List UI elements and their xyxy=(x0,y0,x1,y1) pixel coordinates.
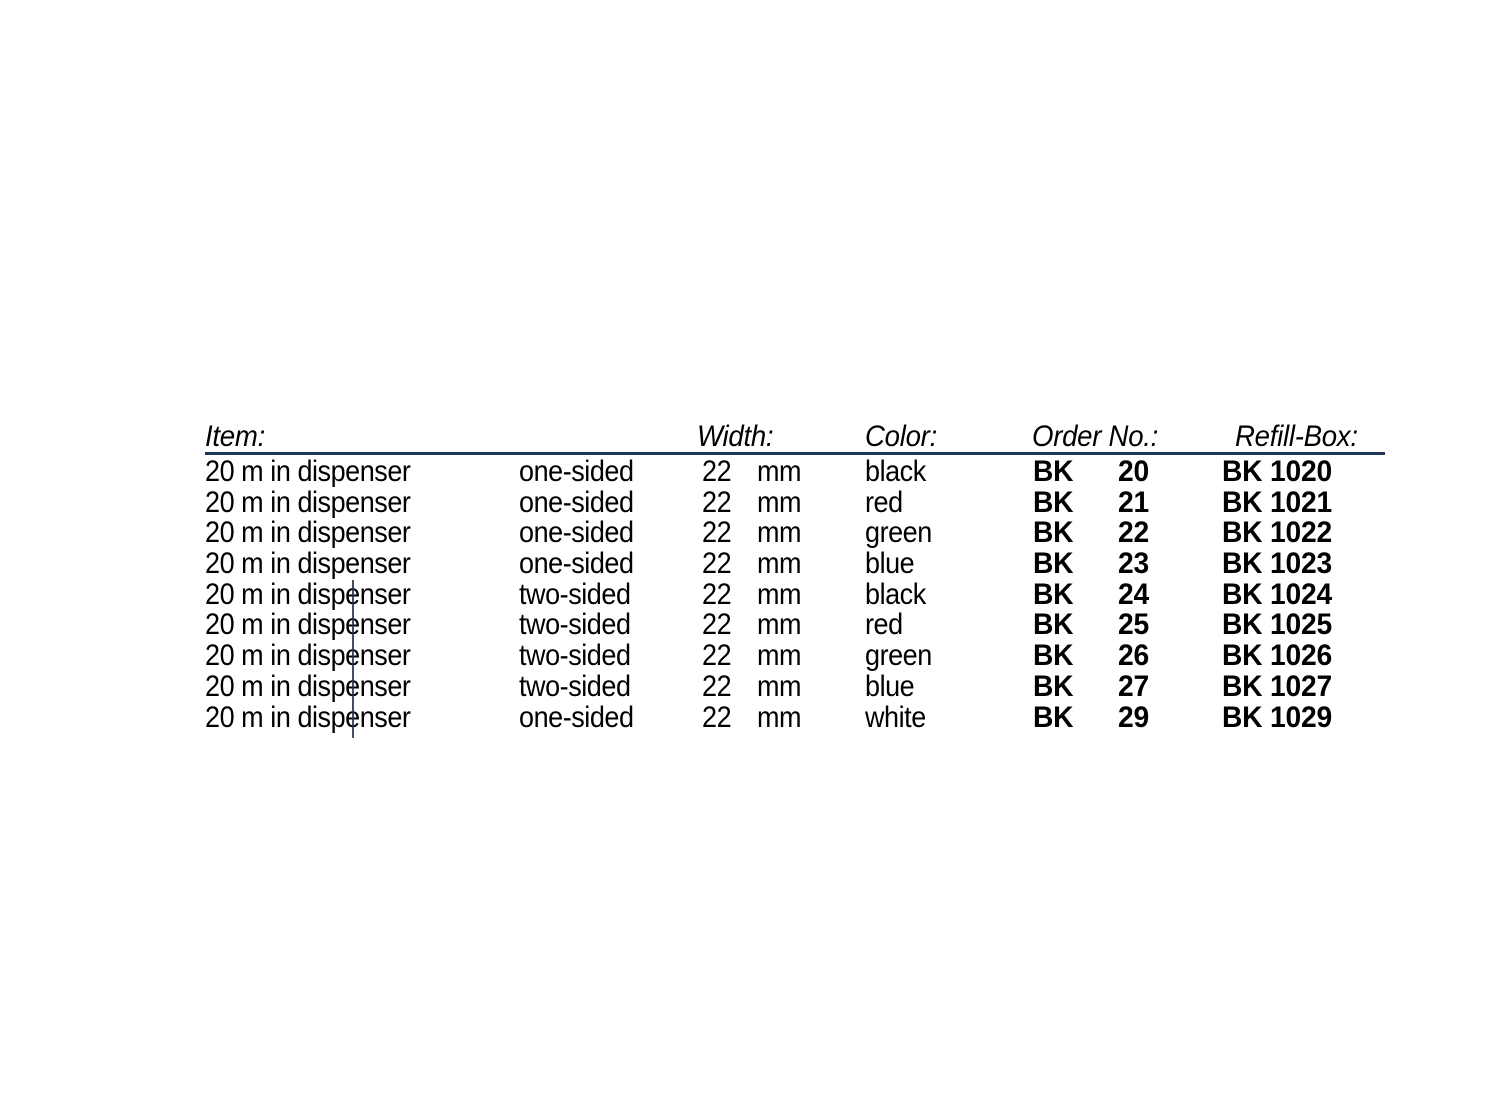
cell-item: 20 m in dispenser xyxy=(205,700,411,734)
cell-width-value: 22 xyxy=(702,577,732,611)
cell-sided: two-sided xyxy=(519,639,631,673)
cell-refill-box: BK 1027 xyxy=(1222,669,1332,703)
cell-width-value: 22 xyxy=(702,455,732,488)
cell-order-number: 25 xyxy=(1118,608,1150,642)
cell-sided: one-sided xyxy=(519,547,634,581)
column-header-order-no: Order No.: xyxy=(1032,420,1159,453)
cell-sided: one-sided xyxy=(519,455,634,488)
cell-order-prefix: BK xyxy=(1033,700,1074,734)
cell-color: green xyxy=(865,516,932,550)
cell-color: black xyxy=(865,455,926,488)
table-row: 20 m in dispenser two-sided 22 mm blue BK 27 BK… xyxy=(205,669,1390,703)
table-row: 20 m in dispenser two-sided 22 mm red BK 25 BK … xyxy=(205,610,1390,641)
cell-item: 20 m in dispenser xyxy=(205,608,411,642)
cell-order-number: 29 xyxy=(1118,700,1150,734)
scan-artifact-mark xyxy=(352,580,354,738)
cell-order-number: 27 xyxy=(1118,669,1150,703)
cell-order-prefix: BK xyxy=(1033,639,1074,673)
document-page: Item: Width: Color: Order No.: Refill-Bo… xyxy=(0,0,1500,1100)
cell-width-value: 22 xyxy=(702,608,732,642)
table-row: 20 m in dispenser two-sided 22 mm green BK 26 B… xyxy=(205,641,1390,672)
cell-sided: two-sided xyxy=(519,669,631,703)
cell-refill-box: BK 1023 xyxy=(1222,547,1332,581)
cell-sided: one-sided xyxy=(519,485,634,519)
cell-width-value: 22 xyxy=(702,547,732,581)
cell-width-unit: mm xyxy=(757,639,802,673)
cell-sided: two-sided xyxy=(519,577,631,611)
cell-color: red xyxy=(865,485,903,519)
table-row: 20 m in dispenser one-sided 22 mm white BK 29 B… xyxy=(205,700,1390,734)
cell-sided: one-sided xyxy=(519,516,634,550)
cell-width-value: 22 xyxy=(702,669,732,703)
table-row: 20 m in dispenser one-sided 22 mm blue BK 23 BK… xyxy=(205,549,1390,580)
cell-width-unit: mm xyxy=(757,455,802,488)
cell-order-number: 22 xyxy=(1118,516,1150,550)
cell-order-number: 23 xyxy=(1118,547,1150,581)
cell-width-unit: mm xyxy=(757,485,802,519)
cell-order-number: 24 xyxy=(1118,577,1150,611)
cell-sided: one-sided xyxy=(519,700,634,734)
cell-width-value: 22 xyxy=(702,516,732,550)
column-header-color: Color: xyxy=(865,420,937,453)
table-row: 20 m in dispenser two-sided 22 mm black BK 24 B… xyxy=(205,577,1390,611)
cell-color: blue xyxy=(865,669,915,703)
cell-refill-box: BK 1029 xyxy=(1222,700,1332,734)
cell-color: white xyxy=(865,700,926,734)
cell-color: black xyxy=(865,577,926,611)
cell-width-unit: mm xyxy=(757,516,802,550)
cell-refill-box: BK 1024 xyxy=(1222,577,1332,611)
cell-item: 20 m in dispenser xyxy=(205,516,411,550)
cell-order-number: 21 xyxy=(1118,485,1150,519)
cell-refill-box: BK 1021 xyxy=(1222,485,1332,519)
cell-width-unit: mm xyxy=(757,608,802,642)
cell-order-number: 20 xyxy=(1118,455,1150,488)
cell-order-prefix: BK xyxy=(1033,577,1074,611)
cell-refill-box: BK 1026 xyxy=(1222,639,1332,673)
cell-order-prefix: BK xyxy=(1033,485,1074,519)
column-header-width: Width: xyxy=(697,420,774,453)
cell-width-unit: mm xyxy=(757,700,802,734)
cell-width-value: 22 xyxy=(702,485,732,519)
cell-color: blue xyxy=(865,547,915,581)
cell-item: 20 m in dispenser xyxy=(205,639,411,673)
cell-order-number: 26 xyxy=(1118,639,1150,673)
table-row: 20 m in dispenser one-sided 22 mm red BK 21 BK … xyxy=(205,485,1390,519)
cell-refill-box: BK 1022 xyxy=(1222,516,1332,550)
cell-color: green xyxy=(865,639,932,673)
product-order-table: Item: Width: Color: Order No.: Refill-Bo… xyxy=(205,420,1390,732)
column-header-item: Item: xyxy=(205,420,265,453)
cell-order-prefix: BK xyxy=(1033,547,1074,581)
cell-item: 20 m in dispenser xyxy=(205,669,411,703)
cell-color: red xyxy=(865,608,903,642)
column-header-refill-box: Refill-Box: xyxy=(1235,420,1358,453)
cell-width-unit: mm xyxy=(757,669,802,703)
cell-width-unit: mm xyxy=(757,547,802,581)
table-body: 20 m in dispenser one-sided 22 mm black BK 20 B… xyxy=(205,457,1390,733)
cell-refill-box: BK 1025 xyxy=(1222,608,1332,642)
cell-width-value: 22 xyxy=(702,639,732,673)
cell-width-unit: mm xyxy=(757,577,802,611)
cell-order-prefix: BK xyxy=(1033,516,1074,550)
cell-refill-box: BK 1020 xyxy=(1222,455,1332,488)
table-header-row: Item: Width: Color: Order No.: Refill-Bo… xyxy=(205,420,1390,452)
cell-item: 20 m in dispenser xyxy=(205,547,411,581)
cell-item: 20 m in dispenser xyxy=(205,485,411,519)
cell-item: 20 m in dispenser xyxy=(205,577,411,611)
cell-item: 20 m in dispenser xyxy=(205,455,411,488)
table-row: 20 m in dispenser one-sided 22 mm black BK 20 B… xyxy=(205,457,1390,488)
cell-order-prefix: BK xyxy=(1033,455,1074,488)
cell-width-value: 22 xyxy=(702,700,732,734)
cell-sided: two-sided xyxy=(519,608,631,642)
table-row: 20 m in dispenser one-sided 22 mm green BK 22 B… xyxy=(205,518,1390,549)
cell-order-prefix: BK xyxy=(1033,669,1074,703)
cell-order-prefix: BK xyxy=(1033,608,1074,642)
